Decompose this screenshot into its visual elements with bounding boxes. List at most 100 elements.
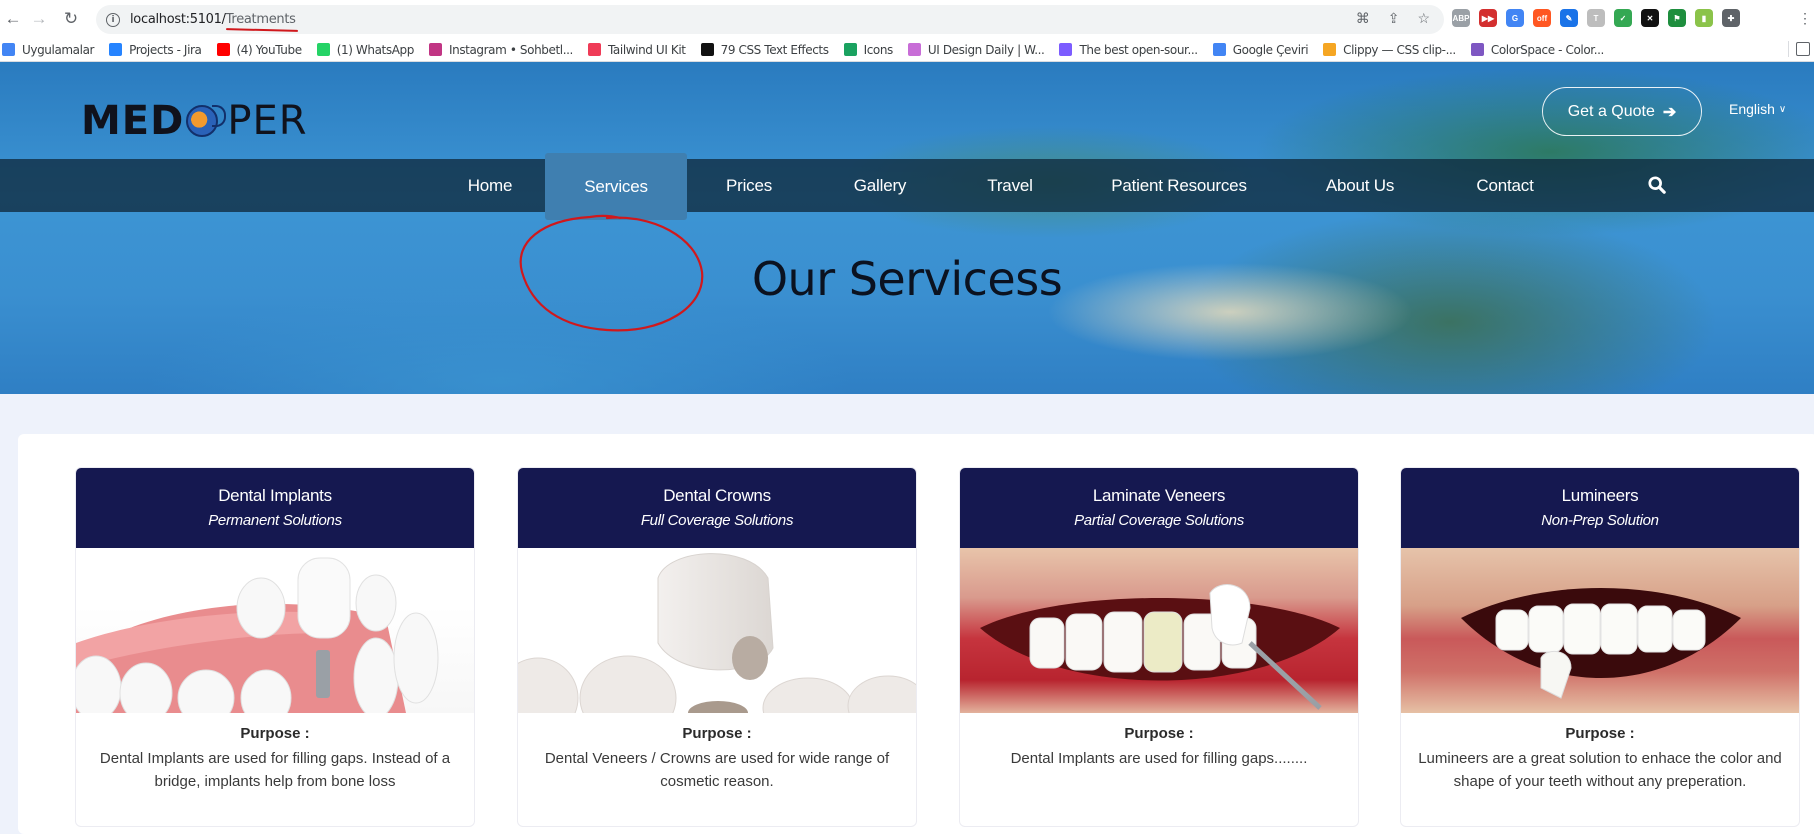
card-header: Dental Implants Permanent Solutions: [76, 468, 474, 548]
main-navigation: Home Services Prices Gallery Travel Pati…: [0, 153, 1814, 220]
purpose-label: Purpose :: [1124, 725, 1194, 742]
hero-banner: MED PER Get a Quote ➔ English ∨ Home Ser…: [0, 62, 1814, 394]
instagram-icon: [428, 43, 442, 56]
nav-item-gallery[interactable]: Gallery: [830, 159, 930, 212]
laminate-veneer-image: [960, 548, 1358, 713]
card-header: Dental Crowns Full Coverage Solutions: [518, 468, 916, 548]
bookmark-label: (1) WhatsApp: [336, 42, 415, 57]
flag-ext-icon[interactable]: ⚑: [1668, 9, 1686, 27]
nav-item-contact[interactable]: Contact: [1455, 159, 1555, 212]
css-effects-icon: [700, 43, 714, 56]
card-description: Lumineers are a great solution to enhace…: [1418, 750, 1782, 790]
chevron-down-icon: ∨: [1778, 103, 1787, 115]
bookmark-label: Clippy — CSS clip-...: [1343, 42, 1456, 57]
bookmark-item[interactable]: (4) YouTube: [216, 42, 303, 57]
site-logo[interactable]: MED PER: [81, 98, 308, 144]
nav-item-home[interactable]: Home: [440, 159, 540, 212]
bookmark-label: UI Design Daily | W...: [927, 42, 1045, 57]
address-bar[interactable]: i localhost:5101/Treatments ⌘ ⇪ ☆: [96, 5, 1444, 34]
service-card[interactable]: Dental Crowns Full Coverage Solutions Pu…: [517, 467, 917, 827]
open-source-icon: [1059, 43, 1073, 56]
bookmark-star-icon[interactable]: ☆: [1417, 10, 1430, 27]
bookmark-item[interactable]: ColorSpace - Color...: [1470, 42, 1605, 57]
nav-item-services[interactable]: Services: [545, 153, 687, 220]
screen-capture-icon[interactable]: ✕: [1641, 9, 1659, 27]
purpose-label: Purpose :: [1565, 725, 1635, 742]
tag-ext-icon[interactable]: ▮: [1695, 9, 1713, 27]
card-description: Dental Veneers / Crowns are used for wid…: [544, 750, 890, 790]
card-subtitle: Partial Coverage Solutions: [1074, 512, 1244, 529]
bookmark-item[interactable]: Projects - Jira: [109, 42, 202, 57]
arrow-right-icon: ➔: [1662, 103, 1677, 121]
bookmark-item[interactable]: (1) WhatsApp: [316, 42, 415, 57]
fast-forward-icon[interactable]: ▶▶: [1479, 9, 1497, 27]
extensions-area: ABP ▶▶ Goff ✎ T ✓ ✕ ⚑ ▮ ✚: [1452, 9, 1740, 27]
browser-menu-icon[interactable]: ⋮: [1798, 10, 1812, 27]
back-button[interactable]: ←: [0, 6, 26, 32]
share-icon[interactable]: ⇪: [1388, 10, 1400, 27]
bookmark-item[interactable]: 79 CSS Text Effects: [700, 43, 829, 57]
purpose-label: Purpose :: [682, 725, 752, 742]
page-title: Our Servicess: [751, 252, 1063, 306]
card-subtitle: Permanent Solutions: [208, 512, 342, 529]
nav-item-prices[interactable]: Prices: [700, 159, 798, 212]
bookmark-item[interactable]: Icons: [843, 43, 893, 57]
tailwind-icon: [587, 43, 601, 56]
bookmark-item[interactable]: Tailwind UI Kit: [587, 42, 686, 57]
card-title: Laminate Veneers: [1092, 486, 1226, 505]
service-card[interactable]: Lumineers Non-Prep Solution Purpose : Lu…: [1400, 467, 1800, 827]
bookmark-item[interactable]: Google Çeviri: [1212, 42, 1309, 57]
services-section: Dental Implants Permanent Solutions Purp…: [18, 434, 1814, 834]
bookmark-item[interactable]: Clippy — CSS clip-...: [1323, 43, 1456, 57]
site-info-icon[interactable]: i: [106, 12, 120, 27]
bookmark-item[interactable]: UI Design Daily | W...: [907, 42, 1045, 57]
globe-logo-icon: [186, 105, 227, 137]
card-title: Lumineers: [1561, 486, 1639, 505]
bookmark-item[interactable]: Instagram • Sohbetl...: [428, 42, 573, 57]
bookmark-label: Projects - Jira: [129, 42, 202, 57]
bookmark-label: Uygulamalar: [22, 42, 95, 57]
reload-button[interactable]: ↻: [58, 6, 84, 32]
service-card[interactable]: Laminate Veneers Partial Coverage Soluti…: [959, 467, 1359, 827]
off-badge-ext-icon[interactable]: off: [1533, 9, 1551, 27]
clippy-icon: [1323, 43, 1337, 56]
font-t-icon[interactable]: T: [1587, 9, 1605, 27]
lumineers-image: [1401, 548, 1799, 713]
bookmark-label: ColorSpace - Color...: [1490, 42, 1605, 57]
brush-ext-icon[interactable]: ✓: [1614, 9, 1632, 27]
service-card[interactable]: Dental Implants Permanent Solutions Purp…: [75, 467, 475, 827]
card-header: Lumineers Non-Prep Solution: [1401, 468, 1799, 548]
dental-implant-image: [76, 548, 474, 713]
color-picker-icon[interactable]: ✎: [1560, 9, 1578, 27]
url-text[interactable]: localhost:5101/Treatments: [130, 12, 296, 27]
bookmark-item[interactable]: The best open-sour...: [1059, 43, 1198, 57]
ui-design-daily-icon: [907, 43, 921, 56]
bookmark-label: Tailwind UI Kit: [607, 42, 686, 57]
dental-crown-image: [518, 548, 916, 713]
get-a-quote-button[interactable]: Get a Quote ➔: [1542, 87, 1702, 136]
bookmark-item[interactable]: Uygulamalar: [2, 43, 94, 57]
nav-item-about-us[interactable]: About Us: [1280, 159, 1440, 212]
google-translate-icon: [1212, 43, 1226, 56]
nav-item-patient-resources[interactable]: Patient Resources: [1098, 159, 1260, 212]
bookmark-label: (4) YouTube: [236, 42, 303, 57]
nav-item-travel[interactable]: Travel: [960, 159, 1060, 212]
card-title: Dental Crowns: [663, 486, 771, 505]
search-icon[interactable]: [1648, 176, 1666, 194]
card-title: Dental Implants: [218, 486, 332, 505]
card-subtitle: Full Coverage Solutions: [640, 512, 794, 529]
jira-icon: [109, 43, 123, 56]
google-translate-ext-icon[interactable]: G: [1506, 9, 1524, 27]
bookmark-label: Google Çeviri: [1232, 42, 1309, 57]
puzzle-extensions-icon[interactable]: ✚: [1722, 9, 1740, 27]
card-subtitle: Non-Prep Solution: [1541, 512, 1659, 529]
language-selector[interactable]: English ∨: [1729, 101, 1786, 117]
card-description: Dental Implants are used for filling gap…: [99, 750, 451, 790]
bookmark-label: Instagram • Sohbetl...: [448, 42, 573, 57]
forward-button[interactable]: →: [26, 6, 52, 32]
reading-list-icon[interactable]: [1788, 41, 1810, 57]
adblock-plus-icon[interactable]: ABP: [1452, 9, 1470, 27]
translate-page-icon[interactable]: ⌘: [1356, 10, 1370, 27]
apps-grid-icon: [2, 43, 15, 56]
bookmarks-bar: Uygulamalar Projects - Jira (4) YouTube (1)…: [0, 38, 1814, 62]
